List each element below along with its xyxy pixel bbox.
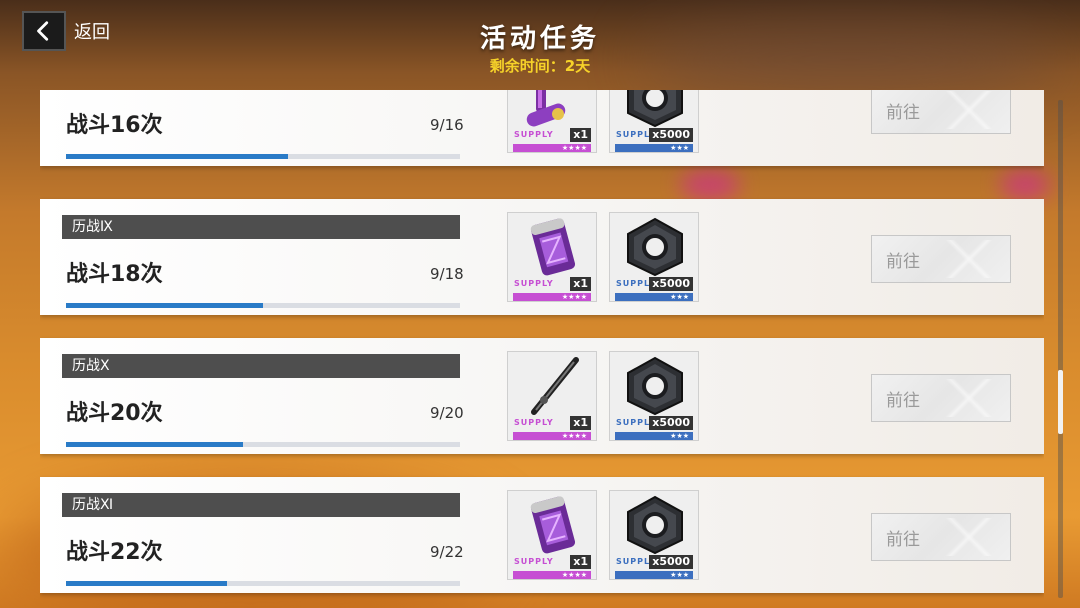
progress-fill xyxy=(66,303,263,308)
progress-fill xyxy=(66,154,288,159)
go-button[interactable]: 前往 xyxy=(871,235,1011,283)
reward-quantity: x5000 xyxy=(649,277,693,291)
supply-label: SUPPLY xyxy=(514,130,554,139)
rod-icon xyxy=(514,356,592,416)
task-name: 战斗18次 xyxy=(66,262,163,287)
supply-label: SUPPLY xyxy=(514,279,554,288)
hex-nut-icon xyxy=(616,217,694,277)
scrollbar[interactable] xyxy=(1058,100,1063,598)
hex-nut-icon xyxy=(616,90,694,128)
reward-slot[interactable]: SUPPLY x5000 ★★★ xyxy=(609,490,699,580)
rarity-stars: ★★★★ xyxy=(513,571,591,579)
task-name: 战斗16次 xyxy=(66,113,163,138)
reward-quantity: x1 xyxy=(570,555,591,569)
supply-label: SUPPLY xyxy=(514,557,554,566)
reward-slot[interactable]: SUPPLY x1 ★★★★ xyxy=(507,351,597,441)
task-progress-text: 9/20 xyxy=(430,404,464,422)
go-button-label: 前往 xyxy=(886,529,920,550)
rarity-stars: ★★★★ xyxy=(513,432,591,440)
progress-bar xyxy=(66,154,460,159)
go-button[interactable]: 前往 xyxy=(871,90,1011,134)
reward-slot[interactable]: SUPPLY x1 ★★★★ xyxy=(507,90,597,153)
reward-quantity: x5000 xyxy=(649,416,693,430)
task-name: 战斗20次 xyxy=(66,401,163,426)
task-header: 历战Ⅺ xyxy=(62,493,460,517)
progress-bar xyxy=(66,442,460,447)
supply-label: SUPPLY xyxy=(514,418,554,427)
reward-quantity: x1 xyxy=(570,416,591,430)
task-progress-text: 9/16 xyxy=(430,116,464,134)
reward-slot[interactable]: SUPPLY x1 ★★★★ xyxy=(507,212,597,302)
go-button-label: 前往 xyxy=(886,251,920,272)
task-header: 历战Ⅸ xyxy=(62,215,460,239)
task-card: 历战Ⅷ战斗16次9/16SUPPLYx1★★★★SUPPLYx5000★★★前往 xyxy=(40,90,1044,166)
go-button-label: 前往 xyxy=(886,390,920,411)
task-card: 历战Ⅸ 战斗18次 9/18 SUPPLY x1 ★★★★ SUPPLY x5000 ★★★ 前往 xyxy=(40,199,1044,315)
remaining-time: 剩余时间：2天 xyxy=(489,57,591,75)
task-list[interactable]: 历战Ⅷ战斗16次9/16SUPPLYx1★★★★SUPPLYx5000★★★前往… xyxy=(40,90,1044,608)
rarity-stars: ★★★ xyxy=(615,432,693,440)
task-card: 历战Ⅺ 战斗22次 9/22 SUPPLY x1 ★★★★ SUPPLY x5000 ★★★ 前往 xyxy=(40,477,1044,593)
reward-slot[interactable]: SUPPLY x5000 ★★★ xyxy=(609,90,699,153)
reward-slot[interactable]: SUPPLY x5000 ★★★ xyxy=(609,351,699,441)
progress-bar xyxy=(66,581,460,586)
rarity-stars: ★★★★ xyxy=(513,293,591,301)
rarity-stars: ★★★ xyxy=(615,293,693,301)
go-button-label: 前往 xyxy=(886,102,920,123)
task-progress-text: 9/18 xyxy=(430,265,464,283)
reward-slot[interactable]: SUPPLY x5000 ★★★ xyxy=(609,212,699,302)
rarity-stars: ★★★ xyxy=(615,144,693,152)
canister-icon xyxy=(514,495,592,555)
progress-bar xyxy=(66,303,460,308)
rarity-stars: ★★★★ xyxy=(513,144,591,152)
task-card: 历战Ⅹ 战斗20次 9/20 SUPPLY x1 ★★★★ SUPPLY x5000 ★★★ 前往 xyxy=(40,338,1044,454)
canister-icon xyxy=(514,217,592,277)
progress-fill xyxy=(66,581,228,586)
reward-quantity: x1 xyxy=(570,128,591,142)
task-header: 历战Ⅹ xyxy=(62,354,460,378)
task-progress-text: 9/22 xyxy=(430,543,464,561)
go-button[interactable]: 前往 xyxy=(871,513,1011,561)
reward-slot[interactable]: SUPPLY x1 ★★★★ xyxy=(507,490,597,580)
hex-nut-icon xyxy=(616,495,694,555)
rarity-stars: ★★★ xyxy=(615,571,693,579)
reward-quantity: x1 xyxy=(570,277,591,291)
hex-nut-icon xyxy=(616,356,694,416)
scrollbar-thumb[interactable] xyxy=(1058,370,1063,434)
reward-quantity: x5000 xyxy=(649,128,693,142)
progress-fill xyxy=(66,442,244,447)
reward-quantity: x5000 xyxy=(649,555,693,569)
paint-roller-icon xyxy=(514,90,592,128)
page-title: 活动任务 xyxy=(479,24,600,54)
task-name: 战斗22次 xyxy=(66,540,163,565)
go-button[interactable]: 前往 xyxy=(871,374,1011,422)
